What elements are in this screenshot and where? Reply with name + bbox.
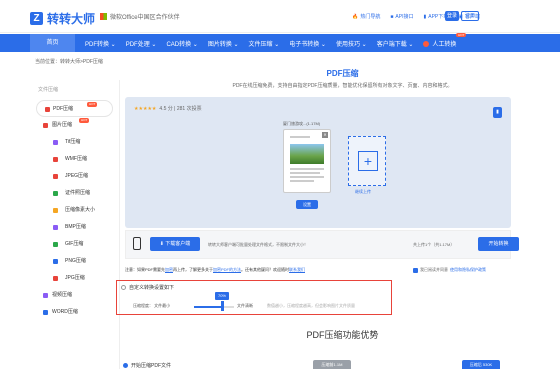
breadcrumb: 当前位置：转转大师>PDF压缩 [35,59,103,65]
encrypt-method-link[interactable]: 加密PDF的方法 [213,267,241,272]
sidebar-item-gif[interactable]: GIF压缩 [30,236,119,253]
before-tab[interactable]: 压缩前1.1M [313,360,351,369]
nav-pdf-convert[interactable]: PDF转换 ⌄ [85,39,116,48]
delete-icon[interactable]: ✕ [322,132,328,138]
id-photo-icon [53,191,58,196]
wmf-icon [53,157,58,162]
download-hint: 转转大师客户端可批量处理文件格式，不限制文件大小！ [208,242,308,247]
thumb-line [290,176,324,178]
page-title: PDF压缩 [326,69,359,78]
sidebar-item-tif[interactable]: Tif压缩 [30,134,119,151]
add-file-box[interactable]: + [348,136,386,186]
sidebar-item-wmf[interactable]: WMF压缩 [30,151,119,168]
gif-icon [53,242,58,247]
thumb-line [290,136,310,138]
thumb-line [290,168,324,170]
nav-cad-convert[interactable]: CAD转换 ⌄ [166,39,197,48]
file-name: 厦门旅游攻...(1.17M) [283,121,321,126]
upload-count: 共上传1个（共1.17M） [413,242,455,247]
file-thumbnail: ✕ [283,129,331,193]
encrypt-link[interactable]: 加密 [165,267,173,272]
logo-icon: Z [30,12,43,25]
start-convert-button[interactable]: 开始转换 [478,237,519,251]
rating: ★★★★★ 4.5 分 | 281 次投票 [134,105,202,113]
ai-icon [423,40,430,47]
pdf-icon [45,107,50,112]
sidebar: 文件压缩 PDF压缩 HOT 图片压缩 HOT Tif压缩 WMF压缩 JPEG… [30,80,120,369]
advantages-title: PDF压缩功能优势 [306,330,379,340]
sidebar-item-jpeg[interactable]: JPEG压缩 [30,168,119,185]
sidebar-item-pdf-compress[interactable]: PDF压缩 HOT [36,100,113,117]
sidebar-item-id-photo[interactable]: 证件照压缩 [30,185,119,202]
file-settings-button[interactable]: 设置 [296,200,318,209]
bmp-icon [53,225,58,230]
nav-pdf-process[interactable]: PDF处理 ⌄ [126,39,157,48]
sidebar-item-bmp[interactable]: BMP压缩 [30,219,119,236]
sidebar-item-image-compress[interactable]: 图片压缩 HOT [30,117,119,134]
slider-value: 70% [215,292,229,300]
thumb-line [290,172,320,174]
contact-link[interactable]: 联系我们 [289,267,305,272]
nav-client-download[interactable]: 客户端下载 ⌄ [377,39,414,48]
sidebar-item-png[interactable]: PNG压缩 [30,253,119,270]
register-button[interactable]: 注册 [461,11,479,21]
hot-nav-link[interactable]: 🔥 热门导航 [352,13,380,21]
thumb-line [290,180,314,182]
tif-icon [53,140,58,145]
sidebar-item-word-compress[interactable]: WORD压缩 [30,304,119,321]
star-icons: ★★★★★ [134,105,157,112]
nav-home[interactable]: 首页 [30,34,75,52]
slider-max-label: 文件清晰 [237,303,253,308]
slider-handle[interactable] [221,301,224,311]
login-button[interactable]: 登录 [445,11,459,21]
custom-settings-box: 自定义转换设置如下 压缩程度： 文件最小 70% 文件清晰 数值越小，压缩程度越… [116,280,392,315]
radio-icon[interactable] [121,285,126,290]
agree-checkbox[interactable]: 我已阅读并同意 使用和隐私保护政策 [413,267,486,273]
image-icon [43,123,48,128]
logo[interactable]: Z 转转大师 [30,10,95,27]
sidebar-item-jpg[interactable]: JPG压缩 [30,270,119,287]
bullet-icon [123,363,128,368]
page-subtitle: PDF在线压缩免费，支持自由指定PDF压缩质量，智能优化保留所有对象文字、页面、… [232,83,453,89]
compress-level-label: 压缩程度： 文件最小 [133,303,171,308]
add-file-label[interactable]: 继续上传 [355,189,371,195]
video-icon [43,293,48,298]
sidebar-item-pixel[interactable]: 压缩像素大小 [30,202,119,219]
slider-hint: 数值越小，压缩程度越高，但会影响图片文件质量 [267,303,355,308]
api-link[interactable]: ■ API接口 [390,13,413,21]
notice-text: 注意：如果PDF需要先加密再上传，了解更多关于加密PDF的方法。还有其他疑问？欢… [125,267,305,272]
pixel-icon [53,208,58,213]
main-nav: 首页 PDF转换 ⌄ PDF处理 ⌄ CAD转换 ⌄ 图片转换 ⌄ 文件压缩 ⌄… [0,32,560,52]
thumb-image [290,144,324,164]
jpeg-icon [53,174,58,179]
hot-badge: HOT [456,32,467,37]
hot-badge: HOT [79,118,90,123]
sidebar-category: 文件压缩 [38,87,59,93]
feedback-icon[interactable]: ▮ [493,107,502,118]
logo-text: 转转大师 [47,12,96,26]
jpg-icon [53,276,58,281]
sidebar-item-video-compress[interactable]: 视频压缩 [30,287,119,304]
after-tab[interactable]: 压缩后 530K [462,360,500,369]
bottom-feature: 开始压缩PDF文件 [123,362,171,369]
nav-file-compress[interactable]: 文件压缩 ⌄ [249,39,280,48]
word-icon [43,310,48,315]
nav-image-convert[interactable]: 图片转换 ⌄ [208,39,239,48]
privacy-link[interactable]: 使用和隐私保护政策 [450,267,486,273]
plus-icon: + [358,151,378,171]
png-icon [53,259,58,264]
partner-text: 微软Office中国区合作伙伴 [100,12,180,21]
nav-tips[interactable]: 使用技巧 ⌄ [336,39,367,48]
top-header: Z 转转大师 微软Office中国区合作伙伴 🔥 热门导航 ■ API接口 ▮ APP… [0,0,560,33]
microsoft-icon [100,13,107,20]
hot-badge: HOT [87,102,98,107]
nav-ebook-convert[interactable]: 电子书转换 ⌄ [289,39,326,48]
download-client-button[interactable]: ⬇ 下载客户端 [150,237,200,251]
nav-manual-convert[interactable]: 人工转换 HOT [423,32,467,48]
checkbox-icon[interactable] [413,267,418,273]
rating-text: 4.5 分 | 281 次投票 [159,106,202,112]
phone-icon [133,237,141,250]
custom-settings-header[interactable]: 自定义转换设置如下 [121,284,174,291]
slider-fill [194,306,222,308]
